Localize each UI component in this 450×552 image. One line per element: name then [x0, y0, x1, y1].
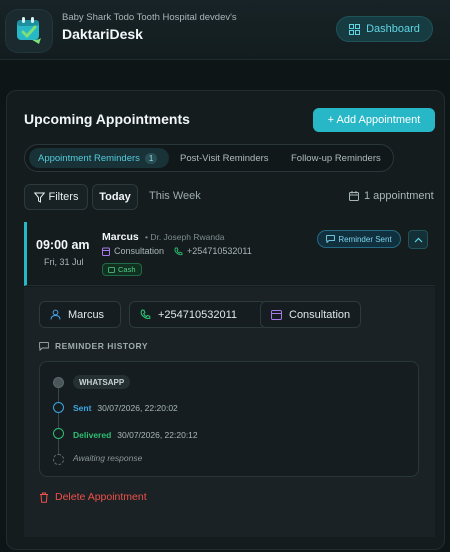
- reminder-history-label: REMINDER HISTORY: [55, 341, 149, 351]
- timeline-line: [58, 384, 59, 460]
- dashboard-icon: [349, 23, 361, 35]
- appointment-type: Consultation: [114, 246, 165, 256]
- appointment-date: Fri, 31 Jul: [44, 257, 84, 267]
- doctor-name: • Dr. Joseph Rwanda: [145, 232, 225, 242]
- phone-chip: +254710532011: [129, 301, 267, 328]
- appointment-time: 09:00 am: [36, 238, 90, 252]
- filters-button[interactable]: Filters: [24, 184, 88, 210]
- hospital-name: Baby Shark Todo Tooth Hospital devdev's: [62, 12, 237, 23]
- filter-icon: [33, 192, 45, 203]
- channel-badge: WHATSAPP: [73, 375, 131, 389]
- timeline-event-sent: Sent 30/07/2026, 22:20:02: [73, 403, 178, 413]
- appointment-row[interactable]: 09:00 am Fri, 31 Jul Marcus • Dr. Joseph…: [24, 222, 435, 286]
- type-chip: Consultation: [260, 301, 361, 328]
- event-time: 30/07/2026, 22:20:12: [117, 430, 198, 440]
- appointment-count: 1 appointment: [349, 190, 434, 202]
- reminder-history-heading: REMINDER HISTORY: [39, 341, 148, 351]
- tab-follow-up-reminders[interactable]: Follow-up Reminders: [291, 148, 381, 168]
- appointment-phone: +254710532011: [187, 246, 252, 256]
- timeline-event-awaiting: Awaiting response: [73, 453, 143, 463]
- app-header: Baby Shark Todo Tooth Hospital devdev's …: [0, 0, 450, 60]
- event-label: Delivered: [73, 430, 112, 440]
- payment-label: Cash: [118, 265, 136, 274]
- chevron-up-icon: [414, 237, 422, 242]
- phone-icon: [140, 309, 151, 320]
- calendar-check-icon: [17, 17, 41, 44]
- calendar-icon: [102, 247, 110, 256]
- delivered-dot: [53, 428, 64, 439]
- range-this-week-button[interactable]: This Week: [149, 190, 201, 202]
- reminder-tabs: Appointment Reminders 1 Post-Visit Remin…: [24, 144, 394, 172]
- channel-dot: [53, 377, 64, 388]
- appointment-meta: Consultation +254710532011: [102, 246, 252, 256]
- status-label: Reminder Sent: [338, 234, 392, 244]
- pending-dot: [53, 454, 64, 465]
- user-icon: [50, 309, 61, 320]
- message-icon: [326, 235, 336, 243]
- tab-label: Appointment Reminders: [38, 152, 140, 164]
- range-today-button[interactable]: Today: [92, 184, 138, 210]
- tab-post-visit-reminders[interactable]: Post-Visit Reminders: [180, 148, 269, 168]
- collapse-button[interactable]: [408, 230, 428, 249]
- dashboard-label: Dashboard: [366, 23, 420, 35]
- event-label: Sent: [73, 403, 92, 413]
- delete-appointment-button[interactable]: Delete Appointment: [39, 491, 147, 503]
- appointments-card: Upcoming Appointments + Add Appointment …: [6, 90, 445, 550]
- payment-badge: Cash: [102, 263, 142, 276]
- reminder-history: WHATSAPP Sent 30/07/2026, 22:20:02 Delive…: [39, 361, 419, 477]
- message-icon: [39, 341, 49, 351]
- add-appointment-button[interactable]: + Add Appointment: [313, 108, 435, 132]
- appointment-details: Marcus +254710532011 Consultation REMIND…: [24, 287, 435, 537]
- phone-chip-label: +254710532011: [158, 308, 238, 321]
- appointment-count-label: 1 appointment: [364, 190, 434, 202]
- app-logo: [6, 10, 52, 52]
- type-chip-label: Consultation: [289, 308, 351, 321]
- patient-name: Marcus: [102, 231, 139, 243]
- page-title: Upcoming Appointments: [24, 111, 190, 127]
- timeline-event-delivered: Delivered 30/07/2026, 22:20:12: [73, 430, 198, 440]
- calendar-icon: [349, 191, 359, 201]
- patient-chip-label: Marcus: [68, 308, 105, 321]
- tab-appointment-reminders[interactable]: Appointment Reminders 1: [29, 148, 169, 168]
- delete-label: Delete Appointment: [55, 491, 147, 503]
- patient-chip: Marcus: [39, 301, 121, 328]
- event-time: 30/07/2026, 22:20:02: [97, 403, 178, 413]
- status-badge: Reminder Sent: [317, 230, 401, 248]
- filters-label: Filters: [48, 191, 79, 203]
- dashboard-button[interactable]: Dashboard: [336, 16, 433, 42]
- calendar-icon: [271, 310, 282, 320]
- trash-icon: [40, 492, 48, 503]
- phone-icon: [174, 247, 183, 255]
- tab-count-badge: 1: [144, 152, 158, 164]
- app-name: DaktariDesk: [62, 26, 143, 42]
- sent-dot: [53, 402, 64, 413]
- cash-icon: [108, 266, 115, 273]
